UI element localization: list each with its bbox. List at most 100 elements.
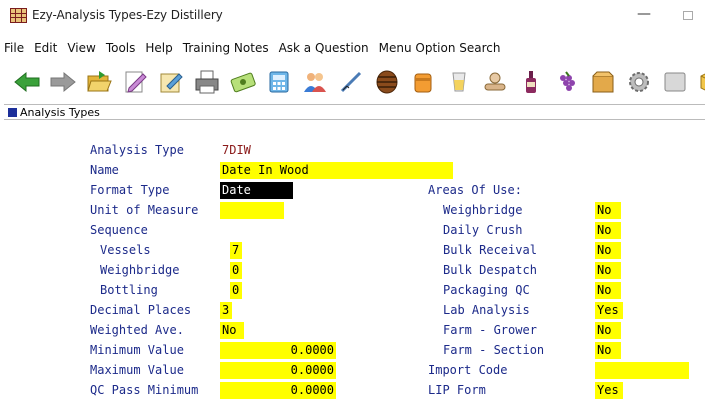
sequence-label: Sequence <box>90 223 148 237</box>
forward-button[interactable] <box>48 67 78 97</box>
panel-button[interactable] <box>660 67 690 97</box>
open-folder-icon <box>87 71 112 92</box>
menu-ask-question[interactable]: Ask a Question <box>274 38 374 58</box>
area-bulk-despatch-field[interactable]: No <box>595 262 621 279</box>
printer-icon <box>195 70 219 94</box>
area-weighbridge-label: Weighbridge <box>443 203 523 217</box>
box-button[interactable] <box>588 67 618 97</box>
panel-icon <box>664 72 686 92</box>
menu-view[interactable]: View <box>62 38 100 58</box>
analysis-type-label: Analysis Type <box>90 143 184 157</box>
weighted-average-field[interactable]: No <box>220 322 244 339</box>
module-header: Analysis Types <box>4 104 705 120</box>
menu-bar: File Edit View Tools Help Training Notes… <box>0 38 506 58</box>
module-title: Analysis Types <box>20 106 100 119</box>
menu-help[interactable]: Help <box>140 38 177 58</box>
areas-of-use-label: Areas Of Use: <box>428 183 522 197</box>
area-farm-grower-field[interactable]: No <box>595 322 621 339</box>
unit-of-measure-label: Unit of Measure <box>90 203 199 217</box>
menu-tools[interactable]: Tools <box>101 38 141 58</box>
area-packaging-qc-label: Packaging QC <box>443 283 530 297</box>
decimal-places-label: Decimal Places <box>90 303 192 317</box>
drink-button[interactable] <box>444 67 474 97</box>
maximize-button[interactable] <box>677 6 699 24</box>
bottle-button[interactable] <box>516 67 546 97</box>
bottling-label: Bottling <box>100 283 158 297</box>
import-code-label: Import Code <box>428 363 508 377</box>
cube-button[interactable] <box>696 67 705 97</box>
format-type-field[interactable]: Date <box>220 182 293 199</box>
minimum-value-field[interactable]: 0.0000 <box>220 342 336 359</box>
barrel-icon <box>376 70 398 94</box>
title-bar: Ezy-Analysis Types-Ezy Distillery — <box>0 0 705 34</box>
edit-document-icon <box>125 71 147 93</box>
weighbridge-sequence-field[interactable]: 0 <box>230 262 242 279</box>
print-button[interactable] <box>192 67 222 97</box>
analysis-type-form: Analysis Type 7DIW Name Date In Wood For… <box>0 120 705 408</box>
maximize-icon <box>683 11 693 20</box>
grapes-button[interactable] <box>552 67 582 97</box>
edit-doc-button[interactable] <box>120 67 150 97</box>
app-logo-icon <box>10 8 27 23</box>
maximum-value-label: Maximum Value <box>90 363 184 377</box>
format-type-label: Format Type <box>90 183 170 197</box>
lip-form-field[interactable]: Yes <box>595 382 623 399</box>
grapes-icon <box>560 71 575 91</box>
application-window: Ezy-Analysis Types-Ezy Distillery — File… <box>0 0 705 408</box>
forward-arrow-icon <box>50 71 76 93</box>
menu-file[interactable]: File <box>0 38 29 58</box>
area-farm-section-label: Farm - Section <box>443 343 545 357</box>
area-lab-analysis-label: Lab Analysis <box>443 303 530 317</box>
menu-training-notes[interactable]: Training Notes <box>178 38 274 58</box>
lip-form-label: LIP Form <box>428 383 486 397</box>
hand-icon <box>484 72 506 91</box>
qc-pass-minimum-field[interactable]: 0.0000 <box>220 382 336 399</box>
open-button[interactable] <box>84 67 114 97</box>
bottling-field[interactable]: 0 <box>230 282 242 299</box>
name-field[interactable]: Date In Wood <box>220 162 453 179</box>
analysis-type-value[interactable]: 7DIW <box>220 142 253 159</box>
name-label: Name <box>90 163 119 177</box>
minimize-button[interactable]: — <box>632 4 656 24</box>
ruler-icon <box>340 71 362 93</box>
back-button[interactable] <box>12 67 42 97</box>
tank-button[interactable] <box>408 67 438 97</box>
decimal-places-field[interactable]: 3 <box>220 302 232 319</box>
area-bulk-receival-field[interactable]: No <box>595 242 621 259</box>
vessels-field[interactable]: 7 <box>230 242 242 259</box>
hand-button[interactable] <box>480 67 510 97</box>
unit-of-measure-field[interactable] <box>220 202 284 219</box>
users-button[interactable] <box>300 67 330 97</box>
calculator-button[interactable] <box>264 67 294 97</box>
cube-icon <box>700 73 705 91</box>
settings-button[interactable] <box>624 67 654 97</box>
ruler-button[interactable] <box>336 67 366 97</box>
area-lab-analysis-field[interactable]: Yes <box>595 302 623 319</box>
box-icon <box>592 71 614 93</box>
qc-pass-minimum-label: QC Pass Minimum <box>90 383 199 397</box>
maximum-value-field[interactable]: 0.0000 <box>220 362 336 379</box>
tank-icon <box>414 73 432 93</box>
import-code-field[interactable] <box>595 362 689 379</box>
pen-doc-button[interactable] <box>156 67 186 97</box>
area-daily-crush-label: Daily Crush <box>443 223 523 237</box>
toolbar <box>0 62 705 102</box>
drink-icon <box>452 72 466 92</box>
area-farm-section-field[interactable]: No <box>595 342 621 359</box>
bottle-icon <box>526 71 536 93</box>
barrel-button[interactable] <box>372 67 402 97</box>
gear-icon <box>629 72 649 92</box>
area-packaging-qc-field[interactable]: No <box>595 282 621 299</box>
area-daily-crush-field[interactable]: No <box>595 222 621 239</box>
money-button[interactable] <box>228 67 258 97</box>
menu-option-search[interactable]: Menu Option Search <box>374 38 506 58</box>
vessels-label: Vessels <box>100 243 151 257</box>
module-icon <box>8 108 17 117</box>
area-weighbridge-field[interactable]: No <box>595 202 621 219</box>
menu-edit[interactable]: Edit <box>29 38 62 58</box>
weighbridge-sequence-label: Weighbridge <box>100 263 180 277</box>
pen-document-icon <box>160 73 183 93</box>
window-title: Ezy-Analysis Types-Ezy Distillery <box>32 8 223 22</box>
area-farm-grower-label: Farm - Grower <box>443 323 537 337</box>
minimum-value-label: Minimum Value <box>90 343 184 357</box>
